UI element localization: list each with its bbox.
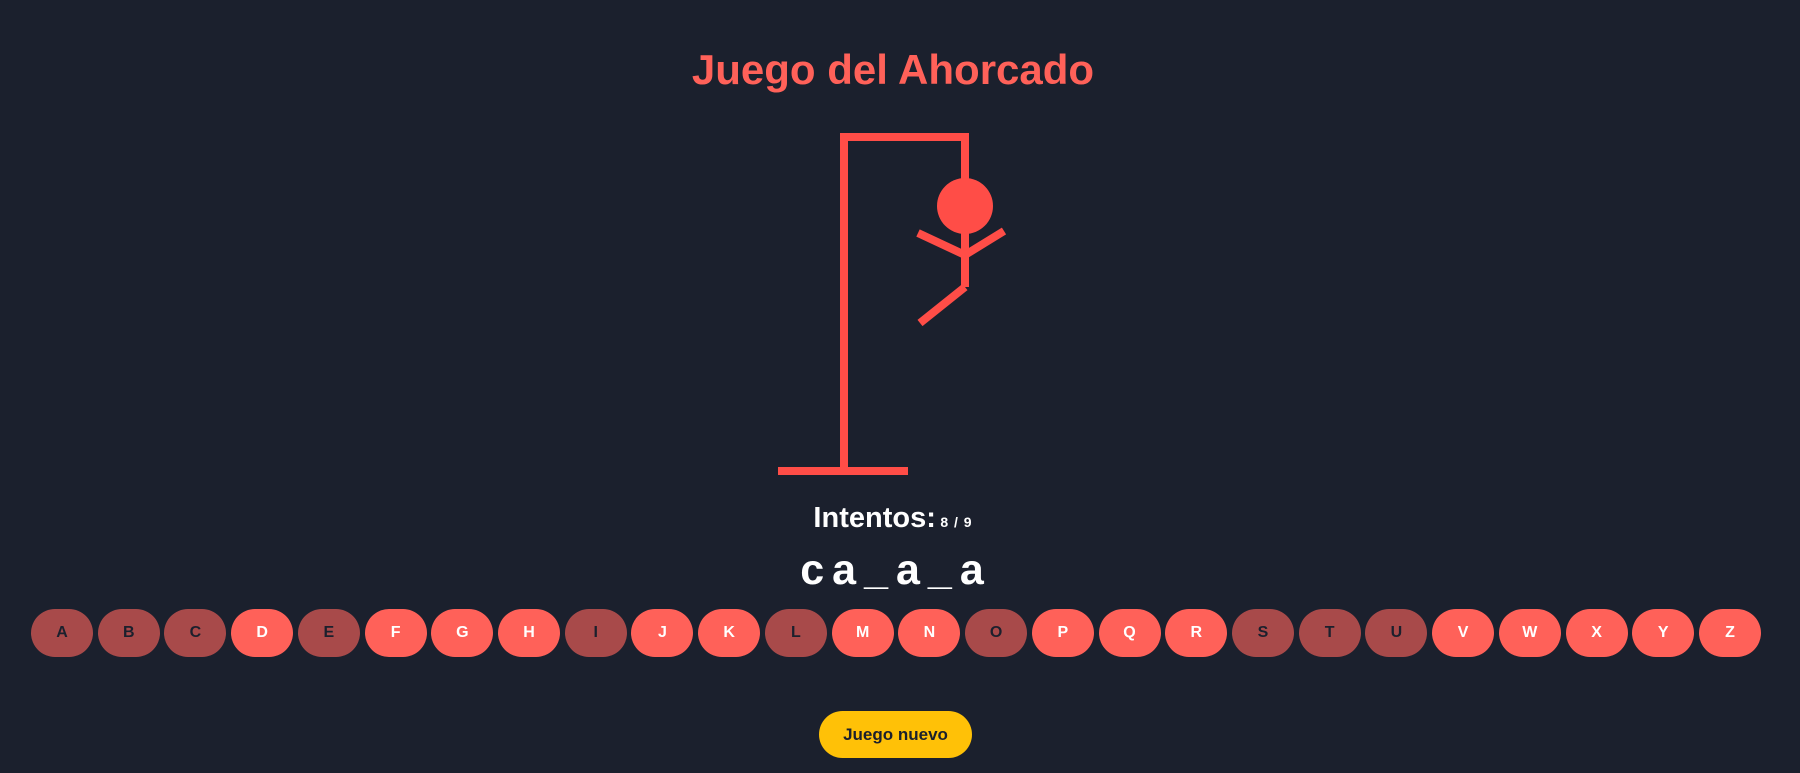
letter-key-z[interactable]: Z <box>1698 609 1761 657</box>
letter-key-e[interactable]: E <box>297 609 360 657</box>
word-letter: c <box>800 546 827 594</box>
letter-key-s[interactable]: S <box>1231 609 1294 657</box>
word-letter: a <box>896 546 922 594</box>
letter-key-q[interactable]: Q <box>1098 609 1161 657</box>
letter-key-m[interactable]: M <box>831 609 894 657</box>
letter-key-a[interactable]: A <box>31 609 93 657</box>
letter-key-t[interactable]: T <box>1298 609 1361 657</box>
new-game-button[interactable]: Juego nuevo <box>819 711 972 758</box>
letter-key-o[interactable]: O <box>965 609 1028 657</box>
letter-key-w[interactable]: W <box>1498 609 1561 657</box>
letter-key-l[interactable]: L <box>764 609 827 657</box>
letter-keyboard: ABCDEFGHIJKLMNOPQRSTUVWXYZ <box>31 609 1761 657</box>
letter-key-x[interactable]: X <box>1565 609 1628 657</box>
letter-key-v[interactable]: V <box>1432 609 1495 657</box>
letter-key-k[interactable]: K <box>698 609 761 657</box>
hangman-right-arm <box>962 227 1007 259</box>
hangman-drawing <box>778 133 1007 475</box>
letter-key-n[interactable]: N <box>898 609 961 657</box>
letter-key-p[interactable]: P <box>1031 609 1094 657</box>
attempts-counter: Intentos: 8 / 9 <box>0 502 1786 535</box>
attempts-label: Intentos: <box>813 502 936 534</box>
letter-key-d[interactable]: D <box>231 609 294 657</box>
letter-key-f[interactable]: F <box>364 609 427 657</box>
word-letter-blank: _ <box>864 546 890 594</box>
word-letter: a <box>832 546 859 594</box>
hidden-word: c a _ a _ a <box>0 543 1786 597</box>
hangman-head <box>937 178 993 234</box>
letter-key-j[interactable]: J <box>631 609 694 657</box>
letter-key-y[interactable]: Y <box>1632 609 1695 657</box>
letter-key-r[interactable]: R <box>1165 609 1228 657</box>
letter-key-b[interactable]: B <box>97 609 160 657</box>
letter-key-u[interactable]: U <box>1365 609 1428 657</box>
attempts-count: 8 / 9 <box>940 514 973 530</box>
letter-key-i[interactable]: I <box>564 609 627 657</box>
hangman-left-arm <box>916 229 967 259</box>
word-letter-blank: _ <box>927 546 954 594</box>
word-letter: a <box>959 546 986 594</box>
letter-key-c[interactable]: C <box>164 609 227 657</box>
letter-key-h[interactable]: H <box>498 609 561 657</box>
hangman-left-leg <box>917 283 968 327</box>
page-title: Juego del Ahorcado <box>691 46 1095 93</box>
letter-key-g[interactable]: G <box>431 609 494 657</box>
